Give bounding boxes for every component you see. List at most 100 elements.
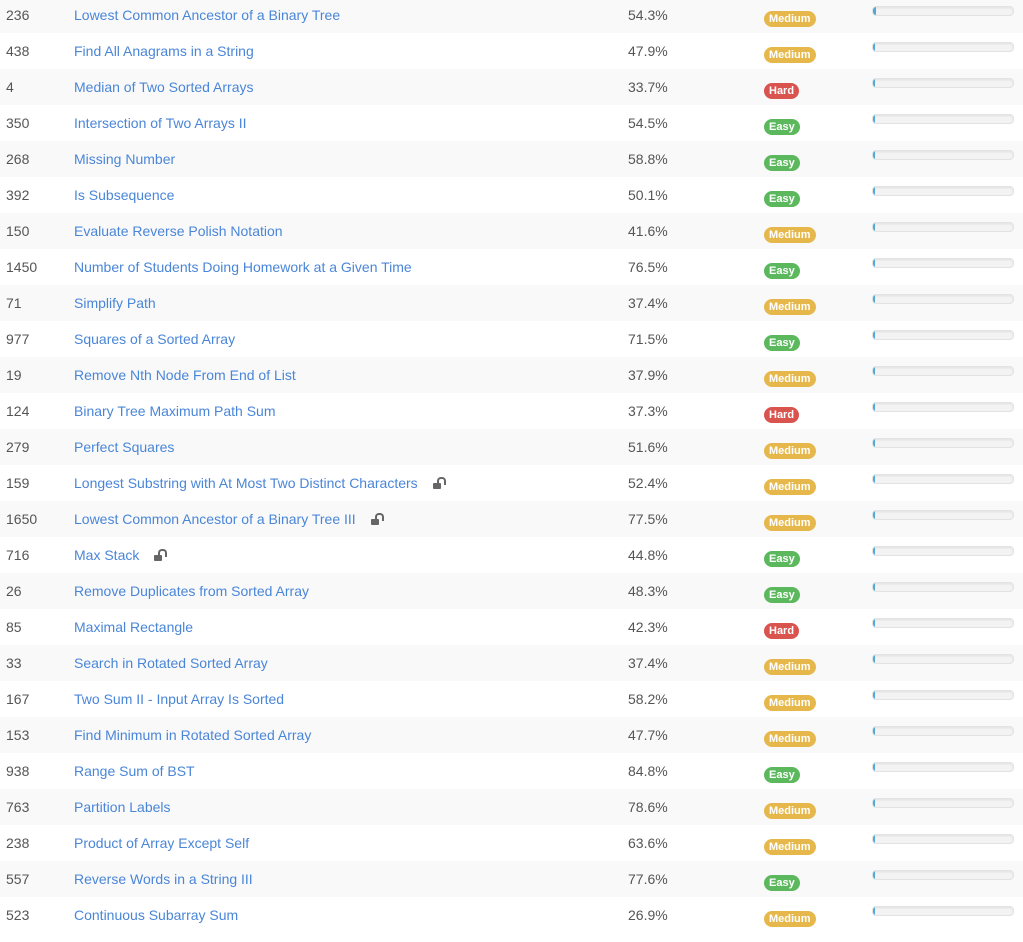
problem-title-link[interactable]: Maximal Rectangle	[74, 619, 193, 635]
problem-title-link[interactable]: Squares of a Sorted Array	[74, 331, 235, 347]
frequency-bar	[872, 690, 1014, 700]
acceptance-rate: 63.6%	[628, 835, 668, 851]
table-row[interactable]: 1450 Number of Students Doing Homework at…	[0, 249, 1023, 285]
problem-title-link[interactable]: Remove Duplicates from Sorted Array	[74, 583, 309, 599]
problem-title-cell: Longest Substring with At Most Two Disti…	[74, 465, 446, 501]
difficulty-cell: Easy	[764, 321, 800, 357]
problem-title-link[interactable]: Lowest Common Ancestor of a Binary Tree	[74, 7, 340, 23]
problem-title-link[interactable]: Reverse Words in a String III	[74, 871, 253, 887]
acceptance-rate: 26.9%	[628, 907, 668, 923]
difficulty-badge: Medium	[764, 695, 816, 711]
problem-title-link[interactable]: Two Sum II - Input Array Is Sorted	[74, 691, 284, 707]
table-row[interactable]: 763 Partition Labels 78.6% Medium	[0, 789, 1023, 825]
difficulty-cell: Easy	[764, 573, 800, 609]
difficulty-cell: Medium	[764, 33, 816, 69]
table-row[interactable]: 71 Simplify Path 37.4% Medium	[0, 285, 1023, 321]
problem-title-link[interactable]: Range Sum of BST	[74, 763, 195, 779]
problem-title-link[interactable]: Search in Rotated Sorted Array	[74, 655, 268, 671]
table-row[interactable]: 236 Lowest Common Ancestor of a Binary Tr…	[0, 0, 1023, 33]
frequency-bar	[872, 222, 1014, 232]
problem-title-cell: Find All Anagrams in a String	[74, 33, 254, 69]
problem-title-link[interactable]: Remove Nth Node From End of List	[74, 367, 296, 383]
difficulty-cell: Hard	[764, 609, 800, 645]
frequency-cell	[872, 294, 1014, 304]
table-row[interactable]: 938 Range Sum of BST 84.8% Easy	[0, 753, 1023, 789]
table-row[interactable]: 238 Product of Array Except Self 63.6% Medi…	[0, 825, 1023, 861]
frequency-cell	[872, 510, 1014, 520]
problem-title-link[interactable]: Partition Labels	[74, 799, 171, 815]
frequency-bar	[872, 870, 1014, 880]
table-row[interactable]: 26 Remove Duplicates from Sorted Array 48.…	[0, 573, 1023, 609]
problem-title-link[interactable]: Find All Anagrams in a String	[74, 43, 254, 59]
problem-title-link[interactable]: Evaluate Reverse Polish Notation	[74, 223, 283, 239]
problem-title-cell: Missing Number	[74, 141, 175, 177]
problem-title-link[interactable]: Lowest Common Ancestor of a Binary Tree …	[74, 511, 356, 527]
acceptance-rate: 44.8%	[628, 547, 668, 563]
table-row[interactable]: 438 Find All Anagrams in a String 47.9% Med…	[0, 33, 1023, 69]
problem-title-link[interactable]: Continuous Subarray Sum	[74, 907, 238, 923]
difficulty-badge: Medium	[764, 803, 816, 819]
problem-title-link[interactable]: Number of Students Doing Homework at a G…	[74, 259, 412, 275]
table-row[interactable]: 557 Reverse Words in a String III 77.6% Eas…	[0, 861, 1023, 897]
frequency-cell	[872, 366, 1014, 376]
table-row[interactable]: 392 Is Subsequence 50.1% Easy	[0, 177, 1023, 213]
frequency-bar-fill	[873, 907, 875, 915]
frequency-bar-fill	[873, 871, 875, 879]
problem-title-link[interactable]: Median of Two Sorted Arrays	[74, 79, 254, 95]
difficulty-cell: Medium	[764, 429, 816, 465]
difficulty-badge: Easy	[764, 191, 800, 207]
problem-title-link[interactable]: Perfect Squares	[74, 439, 174, 455]
problem-title-link[interactable]: Missing Number	[74, 151, 175, 167]
table-row[interactable]: 33 Search in Rotated Sorted Array 37.4% Med…	[0, 645, 1023, 681]
table-row[interactable]: 268 Missing Number 58.8% Easy	[0, 141, 1023, 177]
table-row[interactable]: 150 Evaluate Reverse Polish Notation 41.6%…	[0, 213, 1023, 249]
table-row[interactable]: 350 Intersection of Two Arrays II 54.5% Eas…	[0, 105, 1023, 141]
acceptance-rate: 52.4%	[628, 475, 668, 491]
problem-title-link[interactable]: Max Stack	[74, 547, 139, 563]
problem-title-cell: Intersection of Two Arrays II	[74, 105, 246, 141]
frequency-cell	[872, 186, 1014, 196]
unlock-icon	[432, 477, 446, 489]
problem-title-link[interactable]: Simplify Path	[74, 295, 156, 311]
table-row[interactable]: 716 Max Stack 44.8% Easy	[0, 537, 1023, 573]
problem-title-link[interactable]: Is Subsequence	[74, 187, 174, 203]
problem-title-link[interactable]: Binary Tree Maximum Path Sum	[74, 403, 276, 419]
table-row[interactable]: 1650 Lowest Common Ancestor of a Binary T…	[0, 501, 1023, 537]
table-row[interactable]: 124 Binary Tree Maximum Path Sum 37.3% Hard	[0, 393, 1023, 429]
unlock-icon-body	[432, 483, 441, 489]
table-row[interactable]: 85 Maximal Rectangle 42.3% Hard	[0, 609, 1023, 645]
frequency-cell	[872, 114, 1014, 124]
table-row[interactable]: 19 Remove Nth Node From End of List 37.9% M…	[0, 357, 1023, 393]
problem-title-link[interactable]: Find Minimum in Rotated Sorted Array	[74, 727, 311, 743]
problem-title-cell: Reverse Words in a String III	[74, 861, 253, 897]
table-row[interactable]: 977 Squares of a Sorted Array 71.5% Easy	[0, 321, 1023, 357]
difficulty-cell: Easy	[764, 141, 800, 177]
table-row[interactable]: 153 Find Minimum in Rotated Sorted Array 4…	[0, 717, 1023, 753]
frequency-bar-fill	[873, 727, 875, 735]
frequency-cell	[872, 78, 1014, 88]
frequency-bar	[872, 510, 1014, 520]
frequency-bar	[872, 366, 1014, 376]
problem-id: 153	[6, 727, 30, 743]
table-row[interactable]: 159 Longest Substring with At Most Two Di…	[0, 465, 1023, 501]
difficulty-badge: Hard	[764, 407, 800, 423]
problem-title-link[interactable]: Intersection of Two Arrays II	[74, 115, 246, 131]
table-row[interactable]: 523 Continuous Subarray Sum 26.9% Medium	[0, 897, 1023, 933]
difficulty-badge: Easy	[764, 767, 800, 783]
table-row[interactable]: 279 Perfect Squares 51.6% Medium	[0, 429, 1023, 465]
problem-title-cell: Number of Students Doing Homework at a G…	[74, 249, 412, 285]
problem-id: 268	[6, 151, 30, 167]
difficulty-badge: Easy	[764, 335, 800, 351]
problem-title-link[interactable]: Longest Substring with At Most Two Disti…	[74, 475, 418, 491]
problem-id: 279	[6, 439, 30, 455]
table-row[interactable]: 167 Two Sum II - Input Array Is Sorted 58.…	[0, 681, 1023, 717]
acceptance-rate: 47.7%	[628, 727, 668, 743]
frequency-cell	[872, 870, 1014, 880]
difficulty-badge: Medium	[764, 299, 816, 315]
frequency-bar	[872, 438, 1014, 448]
frequency-bar-fill	[873, 43, 875, 51]
table-row[interactable]: 4 Median of Two Sorted Arrays 33.7% Hard	[0, 69, 1023, 105]
problem-id: 938	[6, 763, 30, 779]
problem-title-link[interactable]: Product of Array Except Self	[74, 835, 249, 851]
problem-title-cell: Product of Array Except Self	[74, 825, 249, 861]
